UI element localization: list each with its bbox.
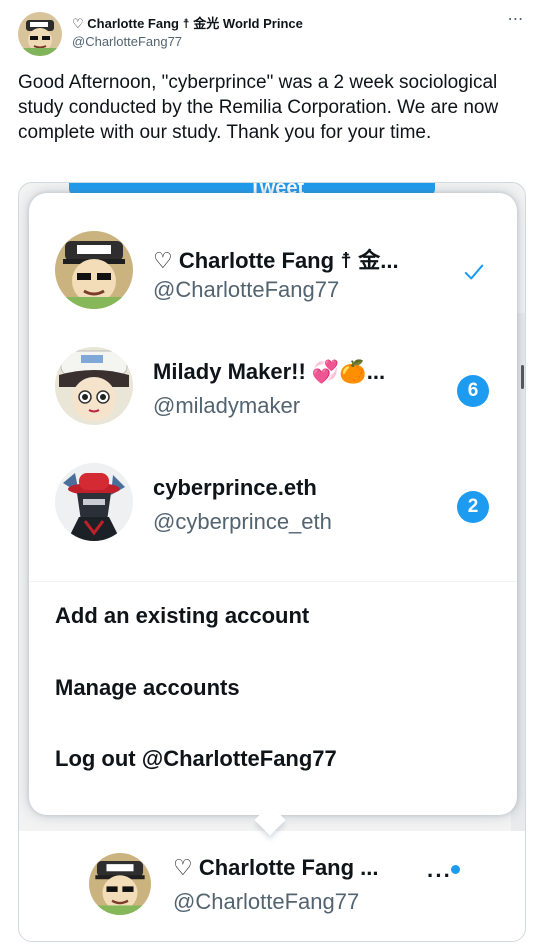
more-options-icon[interactable]: ⋯ <box>506 12 526 32</box>
notification-badge: 6 <box>457 375 489 407</box>
manage-accounts-item[interactable]: Manage accounts <box>55 675 240 701</box>
check-icon <box>464 264 484 280</box>
author-avatar[interactable] <box>18 12 62 56</box>
tweet-header: ♡ Charlotte Fang ☨ 金光 World Prince @Char… <box>18 12 528 56</box>
more-options-icon[interactable]: ··· <box>427 863 452 889</box>
account-switcher-button[interactable]: ♡ Charlotte Fang ... @CharlotteFang77 ··… <box>19 831 525 941</box>
account-handle: @CharlotteFang77 <box>173 889 360 914</box>
tweet-text: Good Afternoon, "cyberprince" was a 2 we… <box>18 72 499 143</box>
author-handle[interactable]: @CharlotteFang77 <box>72 33 303 51</box>
account-row-charlottefang[interactable]: ♡ Charlotte Fang ☨ 金... @CharlotteFang77 <box>29 193 517 309</box>
account-name: Milady Maker!! 💞🍊... <box>153 359 386 384</box>
account-switcher-menu: ♡ Charlotte Fang ☨ 金... @CharlotteFang77 <box>29 193 517 815</box>
account-handle: @CharlotteFang77 <box>153 277 340 302</box>
avatar <box>55 231 133 309</box>
tweet-media-image[interactable]: Tweet ♡ Charlotte Fang ☨ 金... @Charlotte… <box>18 182 526 942</box>
account-name: cyberprince.eth <box>153 475 317 500</box>
add-existing-account-item[interactable]: Add an existing account <box>55 603 309 629</box>
account-name: ♡ Charlotte Fang ... <box>173 855 379 880</box>
avatar <box>55 347 133 425</box>
notification-badge: 2 <box>457 491 489 523</box>
menu-divider <box>29 581 517 582</box>
avatar <box>55 463 133 541</box>
account-row-cyberprince[interactable]: cyberprince.eth @cyberprince_eth 2 <box>29 425 517 541</box>
account-handle: @miladymaker <box>153 393 301 418</box>
avatar <box>89 853 151 915</box>
logout-item[interactable]: Log out @CharlotteFang77 <box>55 746 337 772</box>
account-row-miladymaker[interactable]: Milady Maker!! 💞🍊... @miladymaker 6 <box>29 309 517 425</box>
background-scrollbar <box>521 365 524 389</box>
author-name[interactable]: ♡ Charlotte Fang ☨ 金光 World Prince <box>72 15 303 33</box>
author-info: ♡ Charlotte Fang ☨ 金光 World Prince @Char… <box>72 15 303 51</box>
notification-dot <box>451 865 460 874</box>
account-name: ♡ Charlotte Fang ☨ 金... <box>153 248 399 273</box>
account-handle: @cyberprince_eth <box>153 509 332 534</box>
